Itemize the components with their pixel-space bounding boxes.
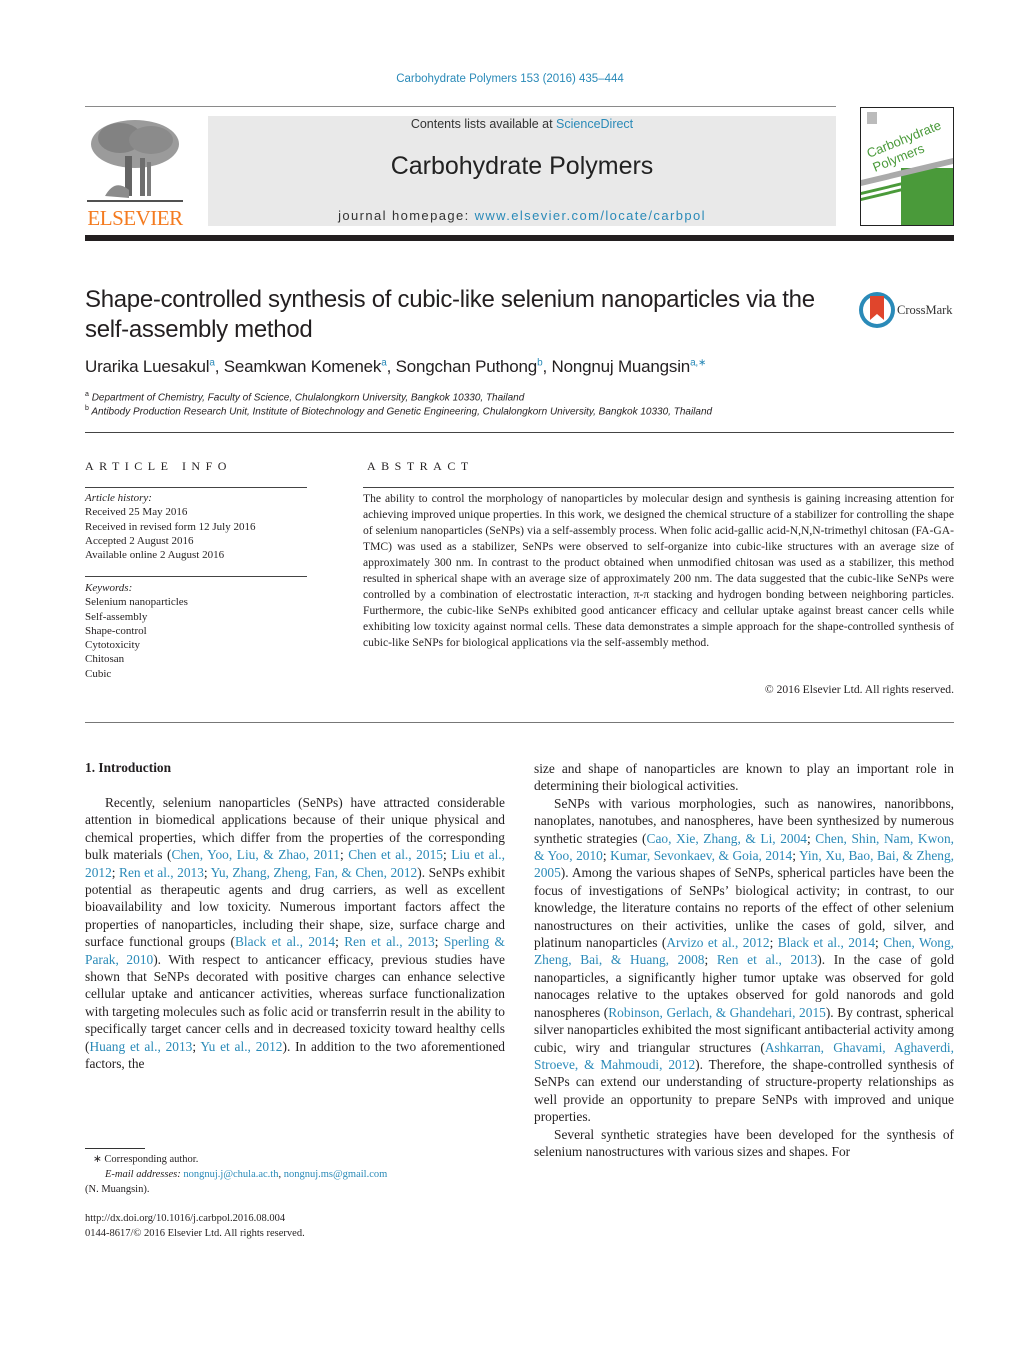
divider [85, 432, 954, 433]
history-item: Received 25 May 2016 [85, 506, 188, 519]
journal-cover-thumbnail[interactable]: Carbohydrate Polymers [860, 107, 954, 226]
author-affiliation-marker[interactable]: a,∗ [690, 357, 706, 368]
author-name[interactable]: Urarika Luesakul [85, 357, 210, 376]
author-list: Urarika Luesakula, Seamkwan Komeneka, So… [85, 357, 707, 376]
citation-link[interactable]: Black et al., 2014 [235, 934, 335, 949]
homepage-prefix: journal homepage: [338, 208, 475, 223]
affiliation: a Department of Chemistry, Faculty of Sc… [85, 391, 524, 403]
keyword: Cubic [85, 667, 112, 680]
affiliation-text: Department of Chemistry, Faculty of Scie… [91, 392, 525, 404]
article-info-heading: ARTICLE INFO [85, 459, 232, 473]
citation-link[interactable]: Robinson, Gerlach, & Ghandehari, 2015 [608, 1005, 826, 1020]
article-title: Shape-controlled synthesis of cubic-like… [85, 286, 815, 343]
email-addresses: E-mail addresses: nongnuj.j@chula.ac.th,… [105, 1169, 388, 1180]
footnote-divider [85, 1148, 145, 1149]
cover-publisher-mark [867, 112, 877, 124]
email-link[interactable]: nongnuj.j@chula.ac.th [183, 1169, 278, 1180]
citation-link[interactable]: Chen, Yoo, Liu, & Zhao, 2011 [171, 847, 339, 862]
citation-link[interactable]: Yu et al., 2012 [200, 1039, 282, 1054]
citation-link[interactable]: Chen et al., 2015 [348, 847, 443, 862]
affiliation-marker: a [85, 391, 89, 398]
author-affiliation-marker[interactable]: b [537, 357, 543, 368]
affiliation-text: Antibody Production Research Unit, Insti… [91, 406, 713, 418]
keywords-list: Keywords: Selenium nanoparticles Self-as… [85, 581, 188, 681]
journal-title: Carbohydrate Polymers [390, 152, 654, 180]
journal-homepage: journal homepage: www.elsevier.com/locat… [208, 208, 836, 223]
citation-link[interactable]: Ren et al., 2013 [119, 865, 204, 880]
article-history: Article history: Received 25 May 2016 Re… [85, 491, 255, 562]
affiliation-marker: b [85, 405, 89, 412]
contents-prefix: Contents lists available at [410, 117, 557, 131]
keyword: Chitosan [85, 653, 125, 666]
history-item: Available online 2 August 2016 [85, 549, 225, 562]
citation-link[interactable]: Cao, Xie, Zhang, & Li, 2004 [647, 831, 807, 846]
citation-link[interactable]: Ren et al., 2013 [717, 952, 817, 967]
elsevier-wordmark: ELSEVIER [87, 206, 183, 230]
header-divider [85, 106, 836, 107]
crossmark-icon [859, 292, 895, 328]
contents-availability: Contents lists available at ScienceDirec… [208, 117, 836, 131]
keyword: Shape-control [85, 624, 147, 637]
body-paragraph: Several synthetic strategies have been d… [534, 1126, 954, 1159]
author-name[interactable]: Songchan Puthong [396, 357, 538, 376]
email-link[interactable]: nongnuj.ms@gmail.com [284, 1169, 388, 1180]
author-name[interactable]: Seamkwan Komenek [224, 357, 382, 376]
keyword: Cytotoxicity [85, 639, 140, 652]
citation-link[interactable]: Arvizo et al., 2012 [666, 935, 769, 950]
divider [85, 576, 307, 577]
issn-copyright: 0144-8617/© 2016 Elsevier Ltd. All right… [85, 1228, 305, 1239]
author-affiliation-marker[interactable]: a [381, 357, 387, 368]
keyword: Self-assembly [85, 610, 148, 623]
article-history-label: Article history: [85, 492, 152, 504]
citation-link[interactable]: Yu, Zhang, Zheng, Fan, & Chen, 2012 [211, 865, 418, 880]
journal-citation-link[interactable]: Carbohydrate Polymers 153 (2016) 435–444 [0, 73, 1020, 85]
body-paragraph: Recently, selenium nanoparticles (SeNPs)… [85, 795, 506, 1072]
abstract-copyright: © 2016 Elsevier Ltd. All rights reserved… [764, 683, 954, 696]
doi-link[interactable]: http://dx.doi.org/10.1016/j.carbpol.2016… [85, 1211, 285, 1226]
abstract-body: The ability to control the morphology of… [363, 492, 954, 649]
divider [85, 722, 954, 723]
divider [363, 487, 954, 488]
body-column-right: size and shape of nanoparticles are know… [534, 760, 954, 1160]
citation-link[interactable]: Ren et al., 2013 [344, 934, 435, 949]
corresponding-author-note: ∗ Corresponding author. [93, 1154, 199, 1165]
history-item: Accepted 2 August 2016 [85, 534, 194, 547]
body-paragraph: size and shape of nanoparticles are know… [534, 761, 954, 794]
abstract-heading: ABSTRACT [367, 459, 474, 473]
journal-masthead: Contents lists available at ScienceDirec… [208, 116, 836, 226]
citation-link[interactable]: Kumar, Sevonkaev, & Goia, 2014 [610, 848, 792, 863]
email-owner: (N. Muangsin). [85, 1184, 150, 1195]
body-paragraph: SeNPs with various morphologies, such as… [534, 795, 955, 1125]
keywords-label: Keywords: [85, 582, 133, 594]
author-affiliation-marker[interactable]: a [209, 357, 215, 368]
divider [85, 487, 307, 488]
citation-link[interactable]: Black et al., 2014 [778, 935, 875, 950]
body-column-left: Recently, selenium nanoparticles (SeNPs)… [85, 794, 505, 1073]
author-name[interactable]: Nongnuj Muangsin [552, 357, 691, 376]
affiliation: b Antibody Production Research Unit, Ins… [85, 405, 712, 417]
keyword: Selenium nanoparticles [85, 596, 188, 609]
citation-link[interactable]: Huang et al., 2013 [89, 1039, 192, 1054]
sciencedirect-link[interactable]: ScienceDirect [556, 117, 633, 131]
history-item: Received in revised form 12 July 2016 [85, 520, 256, 533]
header-thick-rule [85, 235, 954, 241]
citation-link[interactable]: Ashkarran, Ghavami, Aghaverdi, Stroeve, … [534, 1040, 954, 1072]
journal-homepage-link[interactable]: www.elsevier.com/locate/carbpol [475, 208, 706, 223]
section-heading-introduction: 1. Introduction [85, 760, 172, 775]
email-label: E-mail addresses: [105, 1169, 184, 1180]
crossmark-label[interactable]: CrossMark [897, 303, 953, 318]
